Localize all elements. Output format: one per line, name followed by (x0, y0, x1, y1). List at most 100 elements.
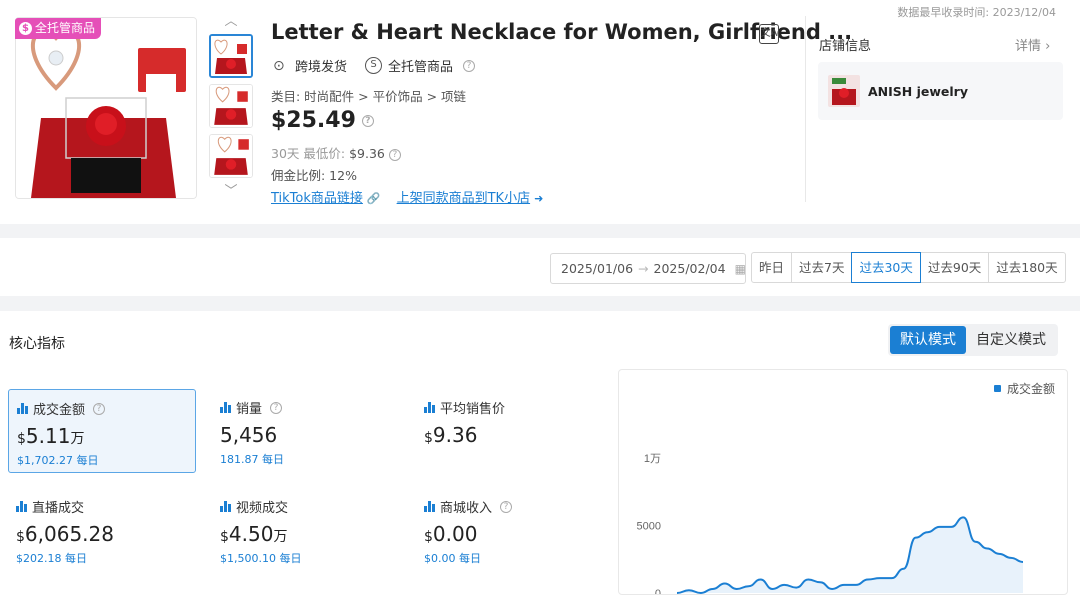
thumbnail-3[interactable] (209, 134, 253, 178)
metric-label: 销量 (236, 402, 263, 417)
mode-default-button[interactable]: 默认模式 (890, 326, 966, 354)
range-30-days[interactable]: 过去30天 (851, 252, 921, 283)
bar-chart-icon (424, 501, 436, 512)
product-price: $25.49 (271, 108, 356, 133)
translate-icon[interactable]: 文A (759, 24, 779, 44)
series-area (677, 517, 1023, 593)
product-main-image[interactable] (15, 17, 197, 199)
low-price-value: $9.36 (349, 146, 385, 161)
metric-value: 5.11 (25, 424, 71, 448)
mode-custom-button[interactable]: 自定义模式 (966, 326, 1056, 354)
store-logo (828, 75, 860, 107)
arrow-circle-icon[interactable]: ➜ (534, 192, 543, 205)
store-details-link[interactable]: 详情 › (1015, 35, 1050, 54)
sales-chart: 成交金额 050001万01/0601/1101/1601/2101/2601/… (618, 369, 1068, 600)
header-divider (805, 16, 806, 202)
arrow-right-icon: → (638, 261, 649, 276)
help-icon[interactable]: ? (270, 401, 283, 414)
metric-currency: $ (17, 431, 26, 447)
mode-switch: 默认模式 自定义模式 (888, 324, 1058, 356)
link-icon[interactable]: 🔗 (367, 192, 381, 205)
tiktok-link-wrap: TikTok商品链接 🔗 (271, 187, 381, 206)
list-to-shop-link[interactable]: 上架同款商品到TK小店 (397, 191, 530, 206)
metric-unit: 万 (70, 431, 85, 447)
help-icon[interactable]: ? (500, 500, 513, 513)
metric-card[interactable]: 成交金额? $5.11万 $1,702.27 每日 (8, 389, 196, 473)
metric-card[interactable]: 商城收入? $0.00 $0.00 每日 (416, 488, 604, 572)
tiktok-product-link[interactable]: TikTok商品链接 (271, 191, 363, 206)
managed-badge-label: 全托管商品 (35, 21, 96, 35)
range-yesterday[interactable]: 昨日 (751, 252, 793, 283)
metric-label: 商城收入 (440, 501, 493, 516)
bar-chart-icon (16, 501, 28, 512)
thumbnail-art (210, 85, 252, 127)
shipping-label: 跨境发货 (295, 60, 348, 75)
chart-svg: 050001万01/0601/1101/1601/2101/2601/31 (637, 453, 1024, 600)
product-links: TikTok商品链接 🔗 上架同款商品到TK小店 ➜ (271, 187, 543, 206)
metric-daily: $1,500.10 每日 (220, 552, 302, 565)
metric-card[interactable]: 视频成交 $4.50万 $1,500.10 每日 (212, 488, 400, 572)
range-180-days[interactable]: 过去180天 (988, 252, 1066, 283)
help-icon[interactable]: ? (463, 59, 476, 72)
product-meta-row: ⊙ 跨境发货 S 全托管商品 ? (273, 56, 476, 75)
metric-daily: 181.87 每日 (220, 453, 284, 466)
metric-card[interactable]: 销量? 5,456 181.87 每日 (212, 389, 400, 473)
date-range-picker[interactable]: 2025/01/06 → 2025/02/04 ▦ (550, 253, 746, 284)
store-card[interactable]: ANISH jewelry (818, 62, 1063, 120)
metric-value-row: $0.00 (424, 522, 604, 546)
help-icon[interactable]: ? (361, 115, 374, 127)
product-price-row: $25.49? (271, 108, 374, 133)
date-end: 2025/02/04 (653, 261, 726, 276)
metric-label-row: 平均销售价 (424, 398, 604, 417)
metric-label: 平均销售价 (440, 402, 506, 417)
section-title: 核心指标 (9, 336, 65, 352)
product-category: 类目: 时尚配件 > 平价饰品 > 项链 (271, 89, 467, 104)
help-icon[interactable]: ? (388, 148, 401, 161)
metric-value-row: $4.50万 (220, 522, 400, 546)
metric-value-row: $6,065.28 (16, 522, 196, 546)
metric-currency: $ (16, 529, 25, 545)
legend-label: 成交金额 (1006, 382, 1055, 396)
chart-legend[interactable]: 成交金额 (993, 380, 1055, 397)
metric-value: 9.36 (432, 423, 478, 447)
metric-daily: $1,702.27 每日 (17, 454, 99, 467)
thumbnail-2[interactable] (209, 84, 253, 128)
bar-chart-icon (424, 402, 436, 413)
managed-s-icon: S (365, 57, 383, 74)
metric-currency: $ (424, 430, 433, 446)
chevron-down-icon[interactable]: ﹀ (209, 184, 253, 200)
chevron-right-icon: › (1045, 39, 1051, 54)
metric-daily: $202.18 每日 (16, 552, 87, 565)
metric-card[interactable]: 平均销售价 $9.36 (416, 389, 604, 473)
metric-card[interactable]: 直播成交 $6,065.28 $202.18 每日 (8, 488, 196, 572)
metric-label: 成交金额 (33, 403, 86, 418)
thumbnail-strip: ︿ ﹀ (209, 14, 253, 200)
y-tick-label: 5000 (637, 521, 661, 533)
metric-label-row: 视频成交 (220, 497, 400, 516)
thumbnail-art (211, 36, 251, 76)
metric-label-row: 销量? (220, 398, 400, 417)
store-name: ANISH jewelry (868, 83, 968, 99)
metric-label-row: 直播成交 (16, 497, 196, 516)
y-tick-label: 1万 (644, 453, 661, 465)
bar-chart-icon (17, 403, 29, 414)
location-pin-icon: ⊙ (273, 57, 285, 74)
range-buttons: 昨日 过去7天 过去30天 过去90天 过去180天 (751, 252, 1066, 283)
date-start: 2025/01/06 (561, 261, 634, 276)
range-90-days[interactable]: 过去90天 (919, 252, 990, 283)
metric-value-row: $9.36 (424, 423, 604, 447)
thumbnail-1[interactable] (209, 34, 253, 78)
dollar-icon: $ (19, 22, 32, 35)
metric-currency: $ (424, 529, 433, 545)
list-link-wrap: 上架同款商品到TK小店 ➜ (397, 187, 544, 206)
thumbnail-art (210, 135, 252, 177)
metric-value: 0.00 (432, 522, 478, 546)
range-7-days[interactable]: 过去7天 (791, 252, 853, 283)
commission-rate: 佣金比例: 12% (271, 168, 357, 183)
help-icon[interactable]: ? (93, 402, 106, 415)
legend-swatch (993, 385, 1001, 392)
chevron-up-icon[interactable]: ︿ (209, 14, 253, 30)
metric-value-row: 5,456 (220, 423, 400, 447)
record-time: 数据最早收录时间: 2023/12/04 (897, 6, 1056, 19)
metric-label-row: 商城收入? (424, 497, 604, 516)
